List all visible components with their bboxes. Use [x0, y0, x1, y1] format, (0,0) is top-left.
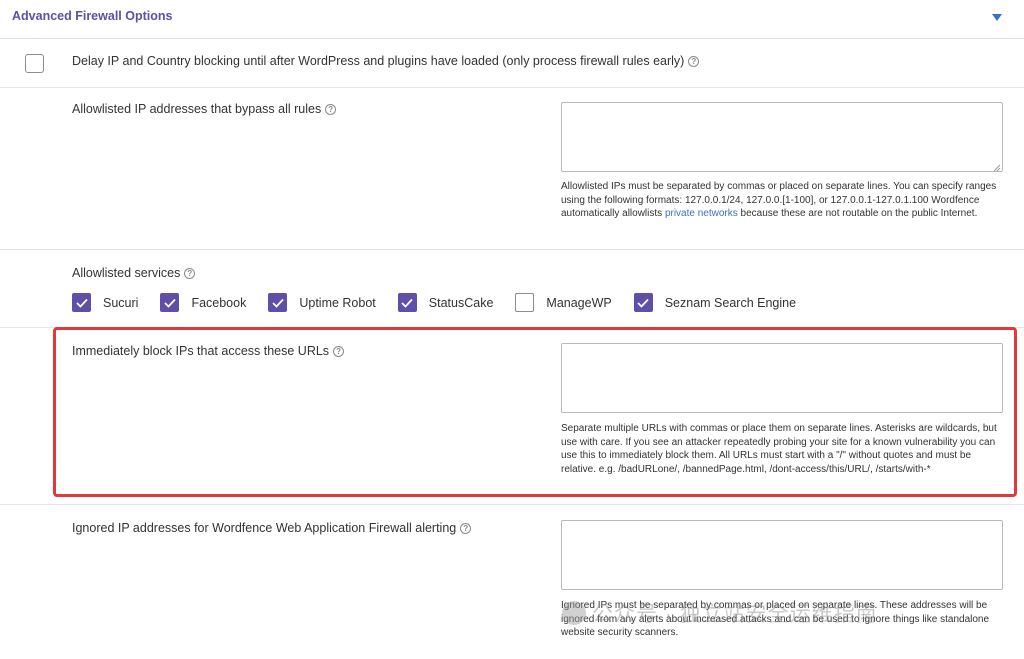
delay-blocking-label-wrap: Delay IP and Country blocking until afte…: [72, 54, 700, 68]
help-icon[interactable]: ?: [333, 346, 345, 357]
allowlisted-services-row: Allowlisted services? Sucuri Facebook Up…: [0, 250, 1024, 328]
checkmark-icon: [272, 298, 284, 308]
service-uptime-robot[interactable]: Uptime Robot: [268, 293, 376, 312]
service-label: ManageWP: [546, 295, 612, 310]
checkbox-checked[interactable]: [268, 293, 288, 312]
section-header[interactable]: Advanced Firewall Options: [0, 0, 1024, 39]
service-label: StatusCake: [428, 295, 494, 310]
private-networks-link[interactable]: private networks: [665, 208, 738, 219]
service-label: Facebook: [191, 295, 247, 310]
service-facebook[interactable]: Facebook: [160, 293, 246, 312]
service-statuscake[interactable]: StatusCake: [397, 293, 494, 312]
block-urls-help: Separate multiple URLs with commas or pl…: [561, 423, 997, 475]
service-label: Sucuri: [103, 295, 139, 310]
allowlisted-services-label-wrap: Allowlisted services?: [72, 266, 196, 280]
section-title: Advanced Firewall Options: [12, 9, 173, 23]
checkmark-icon: [637, 298, 649, 308]
block-urls-textarea[interactable]: [561, 343, 1003, 413]
help-icon[interactable]: ?: [460, 523, 472, 534]
allowlisted-ips-row: Allowlisted IP addresses that bypass all…: [0, 88, 1024, 250]
allowlisted-ips-label-wrap: Allowlisted IP addresses that bypass all…: [72, 102, 337, 116]
block-urls-row: Immediately block IPs that access these …: [0, 328, 1024, 505]
allowlisted-ips-help-text-end: because these are not routable on the pu…: [740, 208, 978, 219]
service-label: Uptime Robot: [299, 295, 376, 310]
help-icon[interactable]: ?: [688, 56, 700, 67]
checkbox-unchecked[interactable]: [515, 293, 535, 312]
checkbox-checked[interactable]: [633, 293, 653, 312]
ignored-ips-help: Ignored IPs must be separated by commas …: [561, 600, 990, 638]
advanced-firewall-options-panel: Advanced Firewall Options Delay IP and C…: [0, 0, 1024, 659]
ignored-ips-label-wrap: Ignored IP addresses for Wordfence Web A…: [72, 521, 472, 535]
ignored-ips-row: Ignored IP addresses for Wordfence Web A…: [0, 505, 1024, 655]
service-managewp[interactable]: ManageWP: [515, 293, 612, 312]
checkbox-checked[interactable]: [160, 293, 180, 312]
allowlisted-ips-label: Allowlisted IP addresses that bypass all…: [72, 102, 322, 116]
service-sucuri[interactable]: Sucuri: [72, 293, 138, 312]
block-urls-label: Immediately block IPs that access these …: [72, 344, 330, 358]
help-icon[interactable]: ?: [325, 104, 337, 115]
ignored-ips-label: Ignored IP addresses for Wordfence Web A…: [72, 521, 457, 535]
delay-blocking-row: Delay IP and Country blocking until afte…: [0, 39, 1024, 88]
delay-blocking-label: Delay IP and Country blocking until afte…: [72, 54, 685, 68]
delay-blocking-checkbox[interactable]: [25, 54, 44, 73]
service-label: Seznam Search Engine: [664, 295, 797, 310]
checkbox-checked[interactable]: [72, 293, 91, 312]
block-urls-label-wrap: Immediately block IPs that access these …: [72, 344, 345, 358]
checkbox-checked[interactable]: [397, 293, 417, 312]
ignored-ips-textarea[interactable]: [561, 520, 1003, 590]
checkmark-icon: [401, 298, 413, 308]
help-icon[interactable]: ?: [184, 268, 196, 279]
caret-down-icon[interactable]: [992, 14, 1002, 22]
allowlisted-ips-textarea[interactable]: [561, 102, 1003, 172]
checkmark-icon: [75, 298, 88, 308]
services-list: Sucuri Facebook Uptime Robot StatusCake: [72, 293, 818, 312]
allowlisted-services-label: Allowlisted services: [72, 266, 181, 280]
checkmark-icon: [164, 298, 176, 308]
allowlisted-ips-help: Allowlisted IPs must be separated by com…: [561, 180, 1001, 221]
service-seznam[interactable]: Seznam Search Engine: [633, 293, 797, 312]
